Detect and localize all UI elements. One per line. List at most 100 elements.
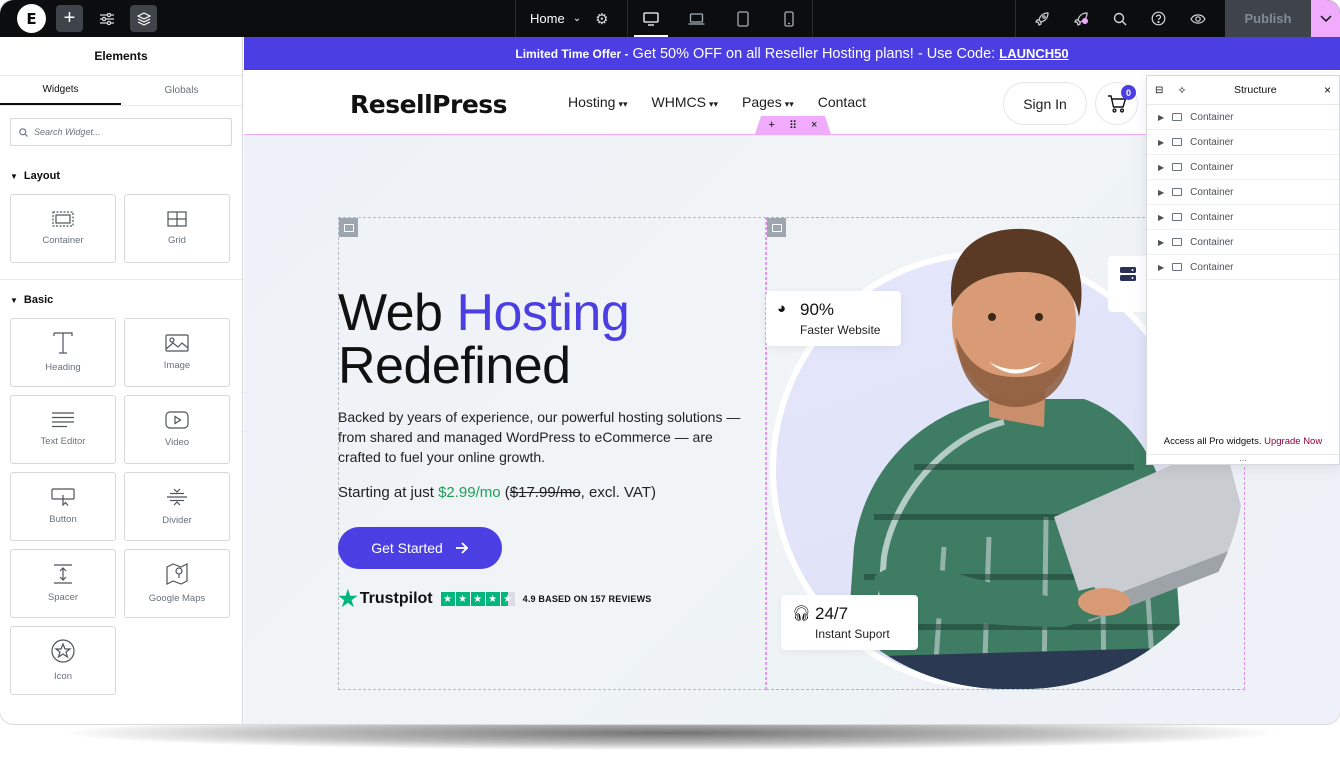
- tab-globals[interactable]: Globals: [121, 76, 242, 105]
- section-basic-header[interactable]: ▼ Basic: [0, 290, 242, 310]
- widget-video[interactable]: Video: [124, 395, 230, 464]
- widget-icon[interactable]: Icon: [10, 626, 116, 695]
- rocket-icon[interactable]: [1022, 11, 1061, 26]
- chevron-down-icon: ▾▾: [618, 99, 628, 109]
- widget-divider[interactable]: Divider: [124, 472, 230, 541]
- structure-item-container[interactable]: ▶ Container: [1147, 255, 1339, 280]
- page-settings-gear-icon[interactable]: ⚙: [595, 10, 626, 28]
- structure-item-container[interactable]: ▶ Container: [1147, 155, 1339, 180]
- nav-item-whmcs[interactable]: WHMCS ▾▾: [652, 94, 718, 110]
- upgrade-notice: Access all Pro widgets. Upgrade Now: [1163, 436, 1323, 447]
- structure-item-container[interactable]: ▶ Container: [1147, 230, 1339, 255]
- widget-container[interactable]: Container: [10, 194, 116, 263]
- cart-count-badge: 0: [1121, 85, 1136, 100]
- nav-item-hosting[interactable]: Hosting ▾▾: [568, 94, 628, 110]
- elementor-logo-icon[interactable]: E: [17, 4, 46, 33]
- caret-down-icon: ▼: [10, 295, 18, 305]
- promo-bold: Limited Time Offer -: [515, 46, 629, 61]
- elements-panel: Elements Widgets Globals Search Widget..…: [0, 37, 243, 724]
- page-selector[interactable]: Home ⌄: [516, 0, 595, 37]
- upgrade-now-link[interactable]: Upgrade Now: [1264, 436, 1322, 447]
- notifications-icon[interactable]: [1061, 11, 1100, 26]
- get-started-button[interactable]: Get Started: [338, 527, 502, 569]
- structure-item-container[interactable]: ▶ Container: [1147, 105, 1339, 130]
- promo-text: Get 50% OFF on all Reseller Hosting plan…: [628, 45, 1000, 62]
- container-handle-icon[interactable]: [767, 218, 786, 237]
- caret-right-icon[interactable]: ▶: [1158, 138, 1164, 147]
- structure-item-container[interactable]: ▶ Container: [1147, 180, 1339, 205]
- publish-button[interactable]: Publish: [1225, 0, 1311, 37]
- search-widget-input[interactable]: Search Widget...: [10, 118, 232, 146]
- widget-spacer[interactable]: Spacer: [10, 549, 116, 618]
- container-icon: [1172, 163, 1183, 171]
- section-divider: [0, 279, 242, 280]
- section-handle[interactable]: + ⠿ ×: [755, 116, 831, 134]
- tab-widgets[interactable]: Widgets: [0, 76, 121, 105]
- widget-grid[interactable]: Grid: [124, 194, 230, 263]
- caret-right-icon[interactable]: ▶: [1158, 113, 1164, 122]
- structure-panel: ⊟ ✧ Structure × ▶ Container ▶ Container ▶ Con…: [1146, 75, 1340, 465]
- resize-handle-icon[interactable]: ...: [1147, 454, 1339, 464]
- old-price: $17.99/mo: [509, 484, 581, 501]
- site-settings-icon[interactable]: [93, 5, 120, 32]
- nav-item-pages[interactable]: Pages ▾▾: [742, 94, 794, 110]
- structure-item-container[interactable]: ▶ Container: [1147, 205, 1339, 230]
- drag-handle-icon[interactable]: ⠿: [789, 119, 797, 132]
- hero-heading[interactable]: Web Hosting Redefined: [338, 284, 630, 393]
- delete-section-icon[interactable]: ×: [811, 119, 817, 131]
- hero-description[interactable]: Backed by years of experience, our power…: [338, 407, 748, 467]
- cart-button[interactable]: 0: [1095, 82, 1138, 125]
- widget-text-editor[interactable]: Text Editor: [10, 395, 116, 464]
- rating-star-icon: ★: [440, 592, 455, 606]
- site-logo[interactable]: ResellPress: [350, 90, 508, 119]
- container-icon: [1172, 238, 1183, 246]
- trustpilot-logo: ★ Trustpilot: [338, 586, 433, 611]
- button-icon: [51, 488, 75, 506]
- structure-title: Structure: [1233, 84, 1277, 96]
- chevron-down-icon: ⌄: [572, 13, 582, 24]
- close-icon[interactable]: ×: [1324, 83, 1331, 97]
- main-nav: Hosting ▾▾ WHMCS ▾▾ Pages ▾▾ Contact: [568, 94, 866, 110]
- rating-stars: ★ ★ ★ ★ ★: [440, 592, 515, 606]
- rating-star-icon: ★: [485, 592, 500, 606]
- caret-right-icon[interactable]: ▶: [1158, 213, 1164, 222]
- sign-in-button[interactable]: Sign In: [1003, 82, 1087, 125]
- promo-code[interactable]: LAUNCH50: [999, 46, 1068, 61]
- caret-right-icon[interactable]: ▶: [1158, 163, 1164, 172]
- hero-heading-accent: Hosting: [456, 284, 630, 342]
- publish-options-chevron-icon[interactable]: [1311, 0, 1340, 37]
- mobile-view-icon[interactable]: [766, 0, 812, 37]
- nav-item-contact[interactable]: Contact: [818, 94, 866, 110]
- rating-star-icon: ★: [470, 592, 485, 606]
- search-icon[interactable]: [1100, 12, 1139, 26]
- server-card: [1108, 256, 1148, 312]
- structure-item-container[interactable]: ▶ Container: [1147, 130, 1339, 155]
- caret-right-icon[interactable]: ▶: [1158, 263, 1164, 272]
- image-icon: [165, 334, 189, 352]
- desktop-view-icon[interactable]: [628, 0, 674, 37]
- add-element-button[interactable]: +: [56, 5, 83, 32]
- rating-text: 4.9 BASED ON 157 REVIEWS: [522, 594, 652, 604]
- ai-sparkle-icon[interactable]: ✧: [1177, 84, 1186, 97]
- panel-title: Elements: [0, 37, 242, 76]
- widget-google-maps[interactable]: Google Maps: [124, 549, 230, 618]
- structure-collapse-icon[interactable]: ⊟: [1155, 85, 1163, 96]
- widget-button[interactable]: Button: [10, 472, 116, 541]
- laptop-view-icon[interactable]: [674, 0, 720, 37]
- container-handle-icon[interactable]: [339, 218, 358, 237]
- preview-eye-icon[interactable]: [1178, 13, 1217, 25]
- tablet-view-icon[interactable]: [720, 0, 766, 37]
- trustpilot-star-icon: ★: [338, 586, 358, 611]
- hero-price-line[interactable]: Starting at just $2.99/mo ($17.99/mo, ex…: [338, 484, 656, 501]
- speedometer-icon: ◕: [777, 300, 787, 317]
- layers-icon[interactable]: [130, 5, 157, 32]
- add-section-icon[interactable]: +: [769, 119, 775, 131]
- map-icon: [166, 563, 188, 585]
- help-icon[interactable]: [1139, 11, 1178, 26]
- widget-image[interactable]: Image: [124, 318, 230, 387]
- section-layout-header[interactable]: ▼ Layout: [0, 166, 242, 186]
- widget-heading[interactable]: Heading: [10, 318, 116, 387]
- caret-right-icon[interactable]: ▶: [1158, 238, 1164, 247]
- caret-right-icon[interactable]: ▶: [1158, 188, 1164, 197]
- container-icon: [52, 211, 74, 227]
